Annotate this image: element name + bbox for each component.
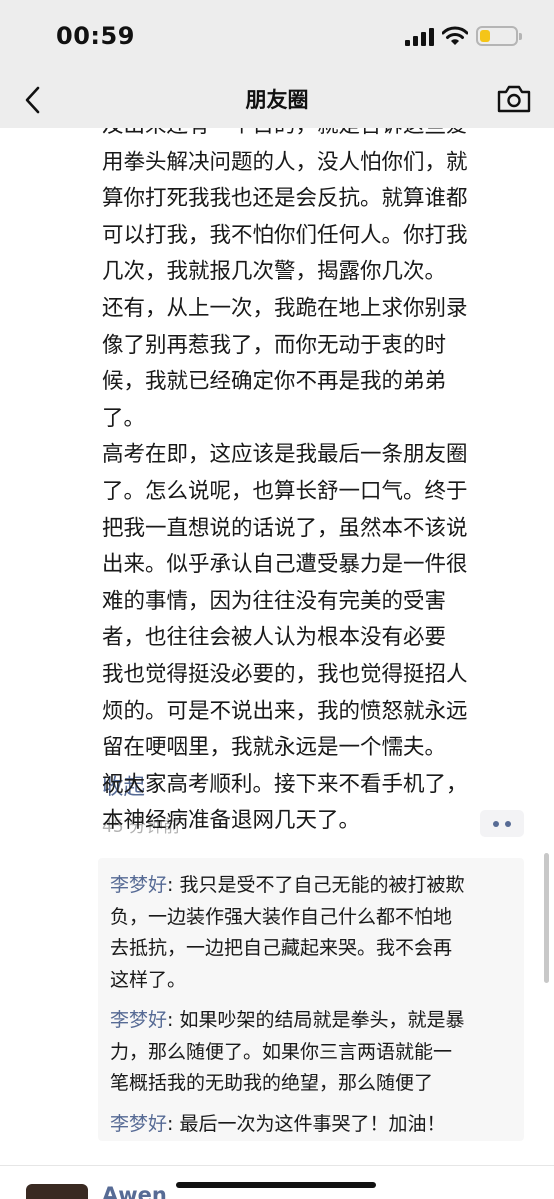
post-text-line: 用拳头解决问题的人，没人怕你们，就 [102,149,468,175]
comment-text: : 我只是受不了自己无能的被打被欺 [167,874,465,896]
post-text-line: 留在哽咽里，我就永远是一个懦夫。 [102,735,447,761]
battery-icon [476,26,522,46]
comment-text: 负，一边装作强大装作自己什么都不怕地 [110,905,453,928]
comment-author[interactable]: 李梦好 [110,874,167,896]
comment-text: 去抵抗，一边把自己藏起来哭。我不会再 [110,937,453,959]
comment-item[interactable]: 李梦好: 我只是受不了自己无能的被打被欺负，一边装作强大装作自己什么都不怕地 去抵… [110,870,512,996]
comment-item[interactable]: 李梦好: 最后一次为这件事哭了！加油！ [110,1109,512,1141]
post-text-line: 几次，我就报几次警，揭露你几次。 [102,259,447,285]
post-text-line: 难的事情，因为往往没有完美的受害 [102,588,447,614]
comment-item[interactable]: 李梦好: 如果吵架的结局就是拳头，就是暴力，那么随便了。如果你三言两语就能一 笔概… [110,1005,512,1100]
comment-text: : 如果吵架的结局就是拳头，就是暴 [167,1009,465,1031]
post-text-line: 了。怎么说呢，也算长舒一口气。终于 [102,478,468,504]
post-text-line: 可以打我，我不怕你们任何人。你打我 [102,222,468,248]
status-bar: 00:59 [0,0,554,72]
post-text-line: 出来。似乎承认自己遭受暴力是一件很 [102,552,468,578]
comment-line: 李梦好: 我只是受不了自己无能的被打被欺 [110,870,512,902]
top-chrome: 00:59 朋友圈 [0,0,554,128]
scrollbar[interactable] [544,853,549,983]
camera-icon [497,85,531,113]
post-text-line: 祝大家高考顺利。接下来不看手机了， [102,771,468,797]
comment-line: 李梦好: 如果吵架的结局就是拳头，就是暴 [110,1005,512,1037]
post-text-line: 把我一直想说的话说了，虽然本不该说 [102,515,468,541]
post-text-line: 高考在即，这应该是我最后一条朋友圈 [102,442,468,468]
post-text-line: 算你打死我我也还是会反抗。就算谁都 [102,186,468,212]
cellular-signal-icon [405,28,435,46]
comments-section: 李梦好: 我只是受不了自己无能的被打被欺 负，一边装作强大装作自己什么都不怕地 去抵… [98,858,524,1141]
battery-level [480,30,490,42]
next-post-author[interactable]: Awen [102,1183,167,1199]
comment-line: 这样了。 [110,965,512,997]
camera-button[interactable] [496,84,532,114]
comment-author[interactable]: 李梦好 [110,1113,167,1135]
home-indicator[interactable] [176,1182,376,1188]
post-text-line: 烦的。可是不说出来，我的愤怒就永远 [102,698,468,724]
wifi-icon [442,26,468,45]
comment-text: 这样了。 [110,968,187,991]
comment-line: 李梦好: 最后一次为这件事哭了！加油！ [110,1109,512,1141]
comment-line: 力，那么随便了。如果你三言两语就能一 [110,1037,512,1069]
post-text-line: 像了别再惹我了，而你无动于衷的时 [102,332,447,358]
nav-bar: 朋友圈 [0,72,554,128]
status-time: 00:59 [56,22,135,50]
page-title: 朋友圈 [245,88,309,112]
divider [0,1165,554,1166]
comment-text: 力，那么随便了。如果你三言两语就能一 [110,1040,453,1063]
comment-line: 去抵抗，一边把自己藏起来哭。我不会再 [110,933,512,965]
comment-text: 笔概括我的无助我的绝望，那么随便了 [110,1072,434,1094]
post-text-line: 还有，从上一次，我跪在地上求你别录 [102,295,468,321]
comment-text: : 最后一次为这件事哭了！加油！ [167,1112,446,1135]
comment-line: 负，一边装作强大装作自己什么都不怕地 [110,902,512,934]
post-text-line: 本神经病准备退网几天了。 [102,808,361,834]
post-text-line: 者，也往往会被人认为根本没有必要 [102,625,447,651]
post-text-line: 了。 [102,405,146,431]
comment-author[interactable]: 李梦好 [110,1009,167,1031]
post-text-line: 候，我就已经确定你不再是我的弟弟 [102,369,447,395]
post-body-text: 及出来还有一个目的，就是告诉这些爱用拳头解决问题的人，没人怕你们，就算你打死我我… [102,108,532,840]
avatar[interactable] [26,1184,88,1199]
comment-line: 笔概括我的无助我的绝望，那么随便了 [110,1068,512,1100]
post-text-line: 我也觉得挺没必要的，我也觉得挺招人 [102,661,468,687]
